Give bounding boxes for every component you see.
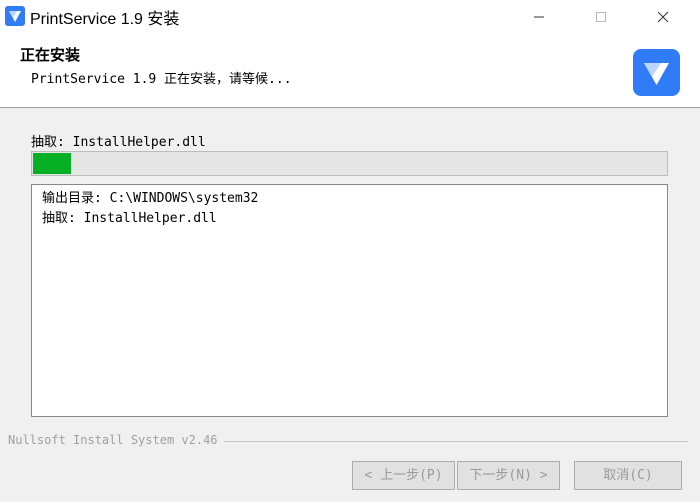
back-button[interactable]: < 上一步(P) (352, 461, 455, 490)
minimize-icon (534, 16, 544, 18)
progress-bar (31, 151, 668, 176)
log-line: 抽取: InstallHelper.dll (42, 211, 217, 226)
maximize-button[interactable] (578, 0, 624, 33)
page-subtitle: PrintService 1.9 正在安装，请等候... (31, 72, 292, 87)
cancel-button[interactable]: 取消(C) (574, 461, 682, 490)
progress-fill (33, 153, 72, 174)
next-button[interactable]: 下一步(N) > (457, 461, 560, 490)
header-panel: 正在安装 PrintService 1.9 正在安装，请等候... (0, 33, 700, 108)
title-bar[interactable]: PrintService 1.9 安装 (0, 0, 700, 33)
close-button[interactable] (640, 0, 686, 33)
branding-text: Nullsoft Install System v2.46 (8, 433, 224, 447)
install-log[interactable]: 输出目录: C:\WINDOWS\system32 抽取: InstallHelp… (31, 184, 668, 417)
window-title: PrintService 1.9 安装 (30, 11, 180, 28)
maximize-icon (596, 12, 606, 22)
close-icon (657, 11, 669, 23)
status-text: 抽取: InstallHelper.dll (31, 135, 206, 150)
shield-logo-icon (633, 49, 680, 96)
log-line: 输出目录: C:\WINDOWS\system32 (42, 191, 259, 206)
minimize-button[interactable] (516, 0, 562, 33)
shield-app-icon (5, 6, 25, 26)
page-title: 正在安装 (20, 46, 81, 64)
